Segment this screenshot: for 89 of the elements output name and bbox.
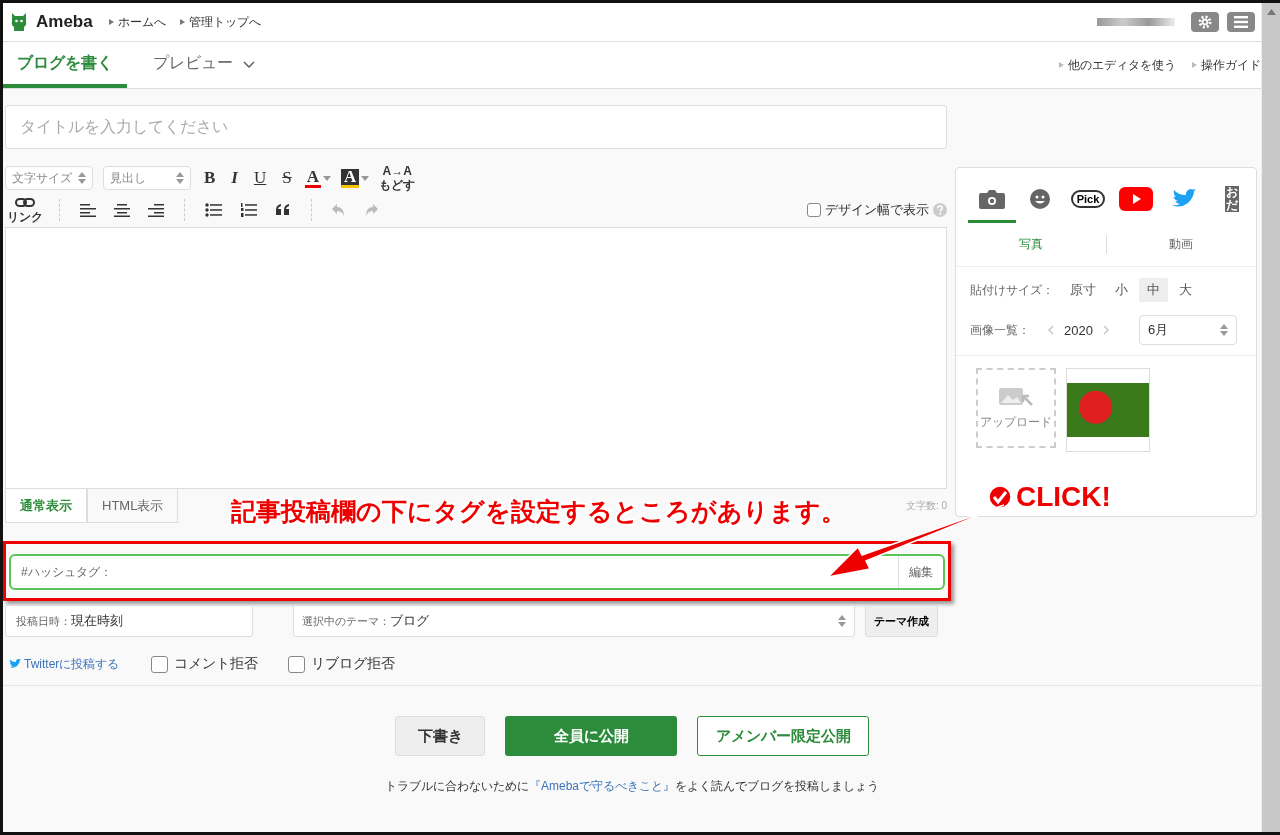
theme-select[interactable]: 選択中のテーマ：ブログ	[293, 605, 855, 637]
numbered-list-icon[interactable]	[240, 203, 257, 217]
triangle-icon	[1059, 62, 1064, 68]
size-option[interactable]: 原寸	[1062, 278, 1104, 302]
upload-button[interactable]: アップロード	[976, 368, 1056, 448]
undo-icon[interactable]	[332, 204, 346, 216]
scroll-up-icon[interactable]	[1266, 9, 1276, 15]
up-down-arrows-icon	[838, 615, 846, 627]
editor-mode-tab[interactable]: ブログを書く	[3, 42, 127, 88]
format-button[interactable]: U	[250, 168, 270, 188]
image-list-label: 画像一覧：	[970, 321, 1030, 339]
play-icon	[1119, 186, 1153, 211]
bird-icon	[1172, 188, 1196, 209]
editor-mode-tab[interactable]: プレビュー	[139, 42, 269, 88]
chain-link-icon	[15, 198, 35, 207]
odai-tab[interactable]: おだ	[1208, 185, 1256, 223]
checkbox[interactable]	[151, 655, 169, 673]
up-down-arrows-icon	[1219, 324, 1228, 336]
triangle-icon	[179, 19, 185, 25]
publish-button[interactable]: 全員に公開	[505, 716, 677, 756]
triangle-icon	[1192, 62, 1197, 68]
smiley-icon	[1030, 188, 1050, 209]
format-button[interactable]: S	[279, 168, 295, 188]
revert-format-button[interactable]: A→A もどす	[379, 164, 416, 192]
twitter-link[interactable]: Twitterに投稿する	[9, 655, 120, 673]
nav-link[interactable]: 管理トップへ	[188, 13, 261, 31]
checkbox-label[interactable]: リブログ拒否	[311, 655, 396, 673]
month-select[interactable]: 6月	[1138, 315, 1237, 345]
annotation-text: CLICK!	[1016, 481, 1111, 513]
logo-text[interactable]: Ameba	[36, 12, 93, 32]
check-icon	[988, 485, 1012, 509]
format-button[interactable]: B	[201, 168, 219, 188]
settings-button[interactable]	[1191, 12, 1219, 32]
bird-icon	[9, 659, 21, 669]
paste-size-label: 貼付けサイズ：	[970, 281, 1054, 299]
create-theme-button[interactable]: テーマ作成	[865, 605, 938, 637]
checkbox-label[interactable]: デザイン幅で表示	[825, 201, 929, 219]
publish-button[interactable]: アメンバー限定公開	[697, 716, 869, 756]
char-count: 文字数: 0	[905, 499, 947, 513]
pick-tab[interactable]: Pick	[1064, 185, 1112, 223]
chevron-down-icon	[243, 60, 255, 68]
up-down-arrows-icon	[78, 172, 86, 184]
redo-icon[interactable]	[364, 204, 378, 216]
align-left-icon[interactable]	[80, 203, 96, 217]
format-button[interactable]: I	[228, 168, 241, 188]
quote-icon[interactable]	[275, 204, 291, 216]
camera-icon	[979, 188, 1005, 209]
view-tab[interactable]: HTML表示	[87, 489, 179, 523]
size-option[interactable]: 中	[1139, 278, 1168, 302]
menu-button[interactable]	[1227, 12, 1255, 32]
scrollbar[interactable]	[1261, 3, 1280, 832]
rules-link[interactable]: 『Amebaで守るべきこと』	[529, 779, 675, 793]
media-type-tab[interactable]: 写真	[956, 235, 1107, 254]
bullet-list-icon[interactable]	[205, 203, 222, 217]
checkbox-label[interactable]: コメント拒否	[174, 655, 259, 673]
align-center-icon[interactable]	[114, 203, 130, 217]
guide-link[interactable]: 操作ガイド	[1201, 56, 1261, 74]
annotation-text: 記事投稿欄の下にタグを設定するところがあります。	[231, 496, 846, 527]
title-input-field[interactable]: タイトルを入力してください	[5, 105, 947, 149]
dropdown-select[interactable]: 文字サイズ	[5, 166, 93, 190]
triangle-icon	[108, 19, 114, 25]
size-option[interactable]: 小	[1107, 278, 1136, 302]
publish-button[interactable]: 下書き	[395, 716, 485, 756]
caret-icon	[361, 175, 370, 181]
text-color-button[interactable]: A	[304, 168, 321, 188]
settings-icon	[1198, 15, 1212, 29]
link-button[interactable]: リンク	[7, 196, 43, 224]
nav-link[interactable]: ホームへ	[117, 13, 166, 31]
guide-link[interactable]: 他のエディタを使う	[1068, 56, 1176, 74]
caret-icon	[323, 175, 331, 181]
align-right-icon[interactable]	[148, 203, 164, 217]
checkbox[interactable]	[807, 203, 821, 217]
dropdown-select[interactable]: 見出し	[103, 166, 191, 190]
highlight-button[interactable]: A	[341, 168, 360, 188]
view-tab[interactable]: 通常表示	[5, 489, 87, 523]
field-label: #ハッシュタグ：	[21, 563, 112, 581]
blurred-username-drawing[interactable]	[1097, 18, 1175, 26]
year-text: 2020	[1064, 322, 1093, 338]
notice-text: トラブルに合わないために『Amebaで守るべきこと』をよく読んでブログを投稿しましょう	[385, 778, 879, 795]
photo-placeholder[interactable]	[1066, 368, 1150, 452]
post-date-field[interactable]: 投稿日時：現在時刻	[5, 605, 253, 637]
up-down-arrows-icon	[176, 172, 184, 184]
menu-icon	[1234, 16, 1248, 28]
size-option[interactable]: 大	[1171, 278, 1200, 302]
media-type-tab[interactable]: 動画	[1106, 235, 1256, 254]
hashtag-field[interactable]: #ハッシュタグ： 編集	[9, 554, 945, 590]
mascot-logo-icon	[10, 12, 28, 32]
checkbox[interactable]	[288, 655, 306, 673]
edit-button[interactable]: 編集	[898, 556, 943, 588]
